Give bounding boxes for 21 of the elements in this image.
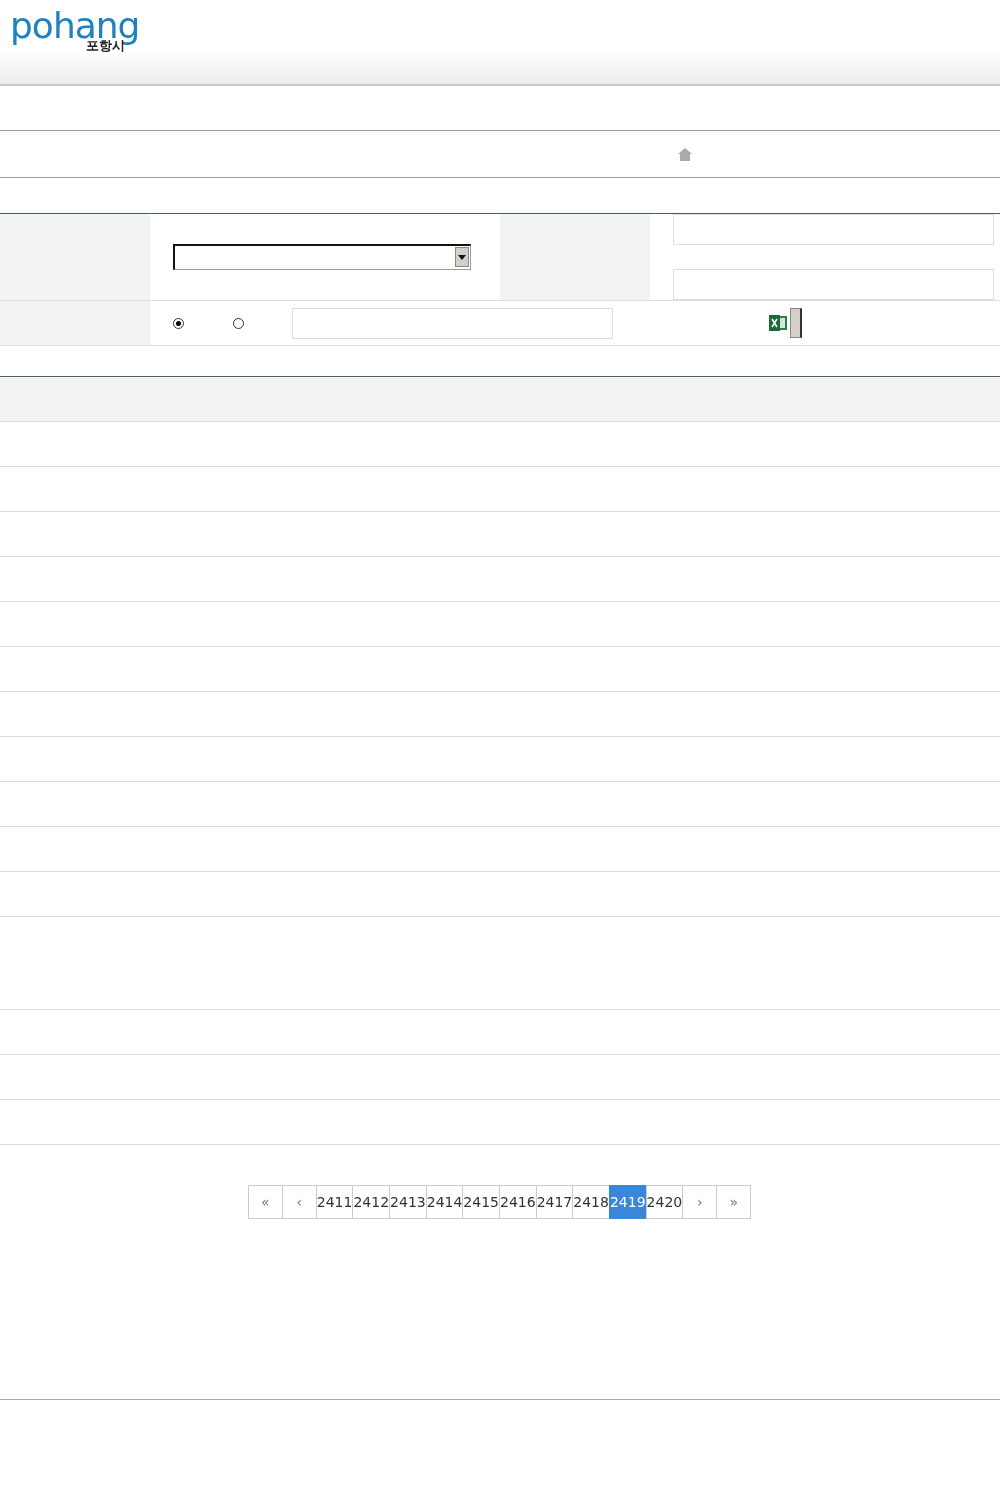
page-link[interactable]: 2416 <box>499 1185 537 1219</box>
page-link[interactable]: 2414 <box>425 1185 464 1219</box>
page-link[interactable]: 2417 <box>535 1185 574 1219</box>
radio-button[interactable] <box>173 317 184 329</box>
search-field[interactable] <box>292 307 613 339</box>
input-field[interactable] <box>673 214 994 245</box>
last-page-link[interactable]: » <box>716 1185 752 1219</box>
spreadsheet-icon[interactable] <box>769 314 787 332</box>
page-link[interactable]: 2419 <box>608 1185 647 1219</box>
dropdown-field[interactable] <box>173 244 471 270</box>
previous-page-link[interactable]: ‹ <box>281 1185 317 1219</box>
next-page-link[interactable]: › <box>682 1185 718 1219</box>
page-link[interactable]: 2420 <box>645 1185 684 1219</box>
input-field[interactable] <box>673 269 994 300</box>
download-button[interactable] <box>790 308 802 338</box>
first-page-link[interactable]: « <box>247 1185 283 1219</box>
page-link[interactable]: 2413 <box>389 1185 427 1219</box>
page-link[interactable]: 2411 <box>315 1185 354 1219</box>
page-link[interactable]: 2415 <box>462 1185 500 1219</box>
radio-button[interactable] <box>233 317 244 329</box>
page-link[interactable]: 2412 <box>352 1185 391 1219</box>
